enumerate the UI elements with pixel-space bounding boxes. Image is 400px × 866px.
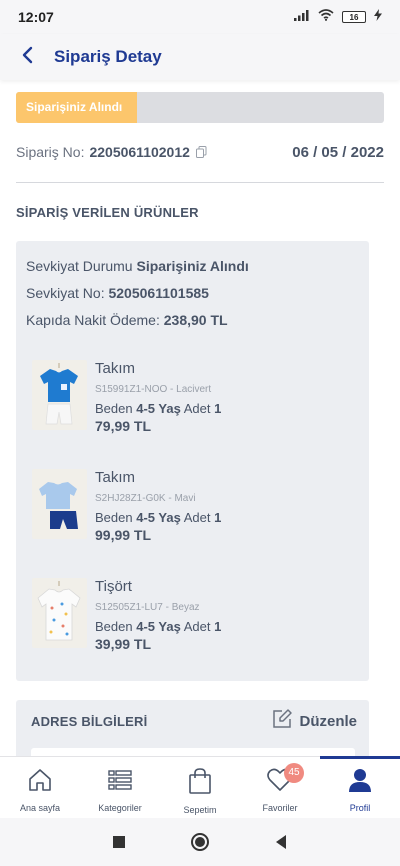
size-label: Beden [95, 401, 133, 416]
back-triangle-icon[interactable] [274, 834, 288, 850]
qty-value: 1 [214, 619, 222, 634]
product-code: S15991Z1-NOO - Lacivert [95, 384, 212, 395]
size-label: Beden [95, 619, 133, 634]
product-item[interactable]: Takım S15991Z1-NOO - Lacivert Beden 4-5 … [32, 360, 362, 450]
status-time: 12:07 [18, 9, 54, 25]
qty-label: Adet [183, 510, 211, 525]
categories-list-icon [107, 767, 133, 798]
top-app-bar: Sipariş Detay [0, 34, 400, 80]
qty-label: Adet [183, 401, 211, 416]
battery-icon: 16 [342, 11, 366, 23]
nav-categories-label: Kategoriler [98, 803, 142, 813]
size-value: 4-5 Yaş [136, 510, 181, 525]
status-bar: 12:07 16 [0, 0, 400, 34]
divider [16, 182, 384, 183]
shipment-status-line: Sevkiyat Durumu Siparişiniz Alındı [26, 258, 249, 274]
product-item[interactable]: Takım S2HJ28Z1-G0K - Mavi Beden 4-5 Yaş … [32, 469, 362, 559]
order-detail-content[interactable]: Siparişiniz Alındı Sipariş No: 220506110… [0, 80, 400, 756]
order-status-progress-bar: Siparişiniz Alındı [16, 92, 384, 123]
qty-label: Adet [183, 619, 211, 634]
nav-profile[interactable]: Profil [320, 756, 400, 818]
order-date: 06 / 05 / 2022 [292, 143, 384, 161]
favorites-count-badge: 45 [284, 763, 304, 783]
profile-icon [347, 767, 373, 798]
bottom-navigation: Ana sayfa Kategoriler Sepetim 45 Favoril… [0, 756, 400, 818]
wifi-icon [318, 8, 334, 26]
ordered-products-heading: SİPARİŞ VERİLEN ÜRÜNLER [16, 205, 199, 220]
shipment-number-line: Sevkiyat No: 5205061101585 [26, 285, 209, 301]
status-icons: 16 [294, 8, 382, 26]
home-icon [27, 767, 53, 798]
shipment-status-value: Siparişiniz Alındı [136, 258, 249, 274]
address-box [31, 748, 355, 756]
shopping-bag-icon [187, 767, 213, 800]
order-info-row: Sipariş No: 2205061102012 06 / 05 / 2022 [16, 140, 384, 164]
size-value: 4-5 Yaş [136, 619, 181, 634]
payment-value: 238,90 TL [163, 312, 228, 328]
product-name: Takım [95, 469, 136, 486]
recent-apps-icon[interactable] [112, 835, 126, 849]
charging-icon [374, 8, 382, 26]
edit-icon [271, 708, 293, 735]
progress-label: Siparişiniz Alındı [26, 100, 123, 114]
nav-favorites-label: Favoriler [262, 803, 298, 813]
size-label: Beden [95, 510, 133, 525]
shipment-number-label: Sevkiyat No: [26, 285, 105, 301]
blue-tshirt-shorts-set-icon [32, 360, 87, 430]
product-size-qty: Beden 4-5 Yaş Adet 1 [95, 510, 221, 525]
shipment-status-label: Sevkiyat Durumu [26, 258, 133, 274]
back-button[interactable] [0, 34, 54, 80]
light-blue-tshirt-navy-shorts-icon [32, 469, 87, 539]
nav-categories[interactable]: Kategoriler [80, 757, 160, 818]
order-number-value: 2205061102012 [89, 144, 190, 160]
payment-label: Kapıda Nakit Ödeme: [26, 312, 160, 328]
page-title: Sipariş Detay [54, 47, 162, 66]
signal-icon [294, 8, 310, 26]
nav-favorites[interactable]: 45 Favoriler [240, 757, 320, 818]
nav-cart-label: Sepetim [183, 805, 217, 815]
system-navigation-bar [0, 818, 400, 866]
qty-value: 1 [214, 401, 222, 416]
edit-label: Düzenle [299, 713, 357, 730]
nav-profile-label: Profil [349, 803, 371, 813]
qty-value: 1 [214, 510, 222, 525]
copy-icon[interactable] [195, 146, 207, 158]
shipment-card: Sevkiyat Durumu Siparişiniz Alındı Sevki… [16, 241, 369, 681]
product-size-qty: Beden 4-5 Yaş Adet 1 [95, 619, 221, 634]
address-card: ADRES BİLGİLERİ Düzenle [16, 700, 369, 756]
home-circle-icon[interactable] [190, 832, 210, 852]
size-value: 4-5 Yaş [136, 401, 181, 416]
address-heading: ADRES BİLGİLERİ [31, 714, 148, 729]
product-price: 99,99 TL [95, 527, 152, 543]
product-price: 79,99 TL [95, 418, 152, 434]
product-code: S2HJ28Z1-G0K - Mavi [95, 493, 196, 504]
nav-home-label: Ana sayfa [19, 803, 61, 813]
nav-cart[interactable]: Sepetim [160, 757, 240, 818]
back-arrow-icon [21, 46, 33, 69]
product-name: Takım [95, 360, 136, 377]
order-number-label: Sipariş No: [16, 144, 85, 160]
product-item[interactable]: Tişört S12505Z1-LU7 - Beyaz Beden 4-5 Ya… [32, 578, 362, 668]
product-price: 39,99 TL [95, 636, 152, 652]
edit-address-button[interactable]: Düzenle [271, 708, 357, 735]
shipment-number-value: 5205061101585 [108, 285, 209, 301]
white-patterned-tshirt-icon [32, 578, 87, 648]
product-code: S12505Z1-LU7 - Beyaz [95, 602, 200, 613]
nav-home[interactable]: Ana sayfa [0, 757, 80, 818]
product-name: Tişört [95, 578, 132, 595]
payment-line: Kapıda Nakit Ödeme: 238,90 TL [26, 312, 228, 328]
product-size-qty: Beden 4-5 Yaş Adet 1 [95, 401, 221, 416]
